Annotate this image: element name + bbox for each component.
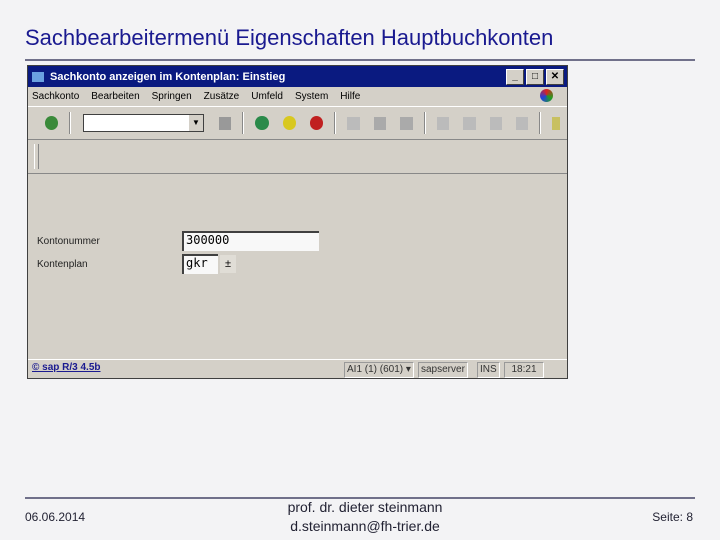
- sap-logo-icon: [540, 89, 553, 102]
- menu-bar: Sachkonto Bearbeiten Springen Zusätze Um…: [28, 87, 567, 106]
- sap-window: Sachkonto anzeigen im Kontenplan: Einsti…: [27, 65, 568, 379]
- new-session-icon[interactable]: [552, 116, 561, 130]
- menu-system[interactable]: System: [295, 91, 328, 102]
- chevron-down-icon[interactable]: ▼: [188, 115, 203, 131]
- sap-window-icon: [32, 71, 44, 82]
- sap-version-link[interactable]: © sap R/3 4.5b: [32, 362, 101, 373]
- footer-date: 06.06.2014: [25, 510, 86, 524]
- kontenplan-label: Kontenplan: [37, 259, 88, 270]
- separator: [69, 112, 72, 134]
- previous-page-icon[interactable]: [463, 116, 476, 130]
- window-title: Sachkonto anzeigen im Kontenplan: Einsti…: [50, 70, 286, 83]
- footer-page: Seite: 8: [652, 510, 693, 524]
- menu-hilfe[interactable]: Hilfe: [340, 91, 360, 102]
- back-icon[interactable]: [255, 116, 269, 130]
- separator: [539, 112, 542, 134]
- kontonummer-label: Kontonummer: [37, 236, 100, 247]
- close-button[interactable]: ✕: [546, 68, 564, 85]
- exit-icon[interactable]: [282, 116, 297, 130]
- session-field[interactable]: AI1 (1) (601) ▾: [344, 362, 414, 378]
- mode-field: INS: [477, 362, 500, 378]
- find-icon[interactable]: [373, 116, 387, 130]
- separator: [242, 112, 245, 134]
- title-divider: [25, 59, 695, 61]
- find-next-icon[interactable]: [400, 116, 413, 130]
- cancel-icon[interactable]: [310, 116, 324, 130]
- save-icon[interactable]: [218, 116, 232, 130]
- kontonummer-input[interactable]: 300000: [182, 231, 319, 251]
- enter-icon[interactable]: [45, 116, 59, 130]
- separator: [423, 112, 426, 134]
- minimize-button[interactable]: _: [506, 68, 524, 85]
- maximize-button[interactable]: □: [526, 68, 544, 85]
- kontenplan-input[interactable]: gkr: [182, 254, 218, 274]
- search-help-button[interactable]: ±: [220, 255, 236, 273]
- separator: [334, 112, 337, 134]
- last-page-icon[interactable]: [516, 116, 529, 130]
- first-page-icon[interactable]: [436, 116, 450, 130]
- menu-springen[interactable]: Springen: [152, 91, 192, 102]
- session-text: AI1 (1) (601): [347, 364, 404, 375]
- window-titlebar: Sachkonto anzeigen im Kontenplan: Einsti…: [28, 66, 567, 87]
- footer-email: d.steinmann@fh-trier.de: [290, 518, 440, 534]
- command-field[interactable]: ▼: [83, 114, 204, 132]
- print-icon[interactable]: [347, 116, 360, 130]
- server-field: sapserver: [418, 362, 468, 378]
- status-bar: © sap R/3 4.5b AI1 (1) (601) ▾ sapserver…: [28, 359, 567, 378]
- menu-zusaetze[interactable]: Zusätze: [204, 91, 240, 102]
- footer-author: prof. dr. dieter steinmann: [287, 499, 443, 515]
- time-field: 18:21: [504, 362, 544, 378]
- menu-bearbeiten[interactable]: Bearbeiten: [91, 91, 139, 102]
- menu-umfeld[interactable]: Umfeld: [251, 91, 283, 102]
- menu-sachkonto[interactable]: Sachkonto: [32, 91, 79, 102]
- standard-toolbar: ▼: [28, 106, 567, 140]
- application-toolbar: [28, 140, 567, 174]
- next-page-icon[interactable]: [489, 116, 503, 130]
- slide-title: Sachbearbeitermenü Eigenschaften Hauptbu…: [25, 25, 554, 50]
